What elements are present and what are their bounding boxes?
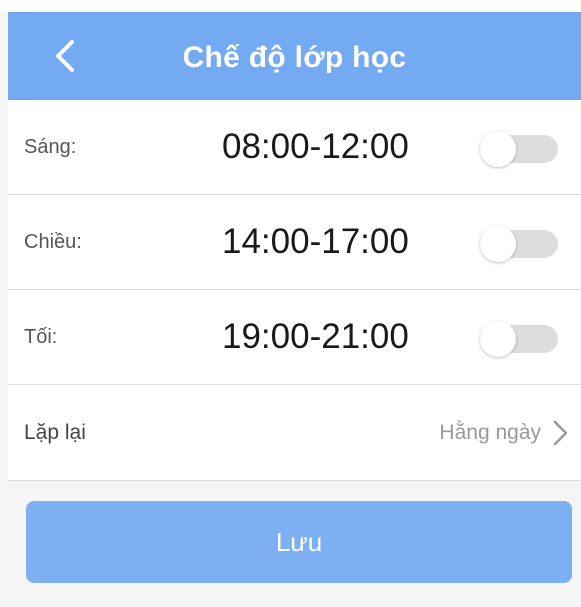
repeat-value: Hằng ngày [439,420,541,444]
save-button[interactable]: Lưu [26,501,572,583]
evening-toggle[interactable] [480,321,558,357]
app-header: Chế độ lớp học [8,12,581,100]
page-title: Chế độ lớp học [182,41,407,74]
afternoon-toggle[interactable] [480,226,558,262]
schedule-label: Sáng: [24,135,77,158]
schedule-time[interactable]: 08:00-12:00 [222,100,409,194]
morning-toggle[interactable] [480,131,558,167]
schedule-list: Sáng: 08:00-12:00 Chiều: 14:00-17:00 Tối… [8,100,581,481]
schedule-label: Chiều: [24,230,82,253]
class-mode-screen: Chế độ lớp học Sáng: 08:00-12:00 Chiều: … [0,0,581,607]
schedule-label: Tối: [24,325,58,348]
schedule-time[interactable]: 14:00-17:00 [222,195,409,289]
chevron-right-icon [549,419,571,447]
schedule-row-evening: Tối: 19:00-21:00 [8,290,581,385]
toggle-knob [480,131,516,167]
schedule-row-afternoon: Chiều: 14:00-17:00 [8,195,581,290]
toggle-knob [480,321,516,357]
schedule-row-morning: Sáng: 08:00-12:00 [8,100,581,195]
repeat-row[interactable]: Lặp lại Hằng ngày [8,385,581,481]
status-strip [0,0,581,12]
toggle-knob [480,226,516,262]
schedule-time[interactable]: 19:00-21:00 [222,290,409,384]
repeat-label: Lặp lại [24,420,86,444]
